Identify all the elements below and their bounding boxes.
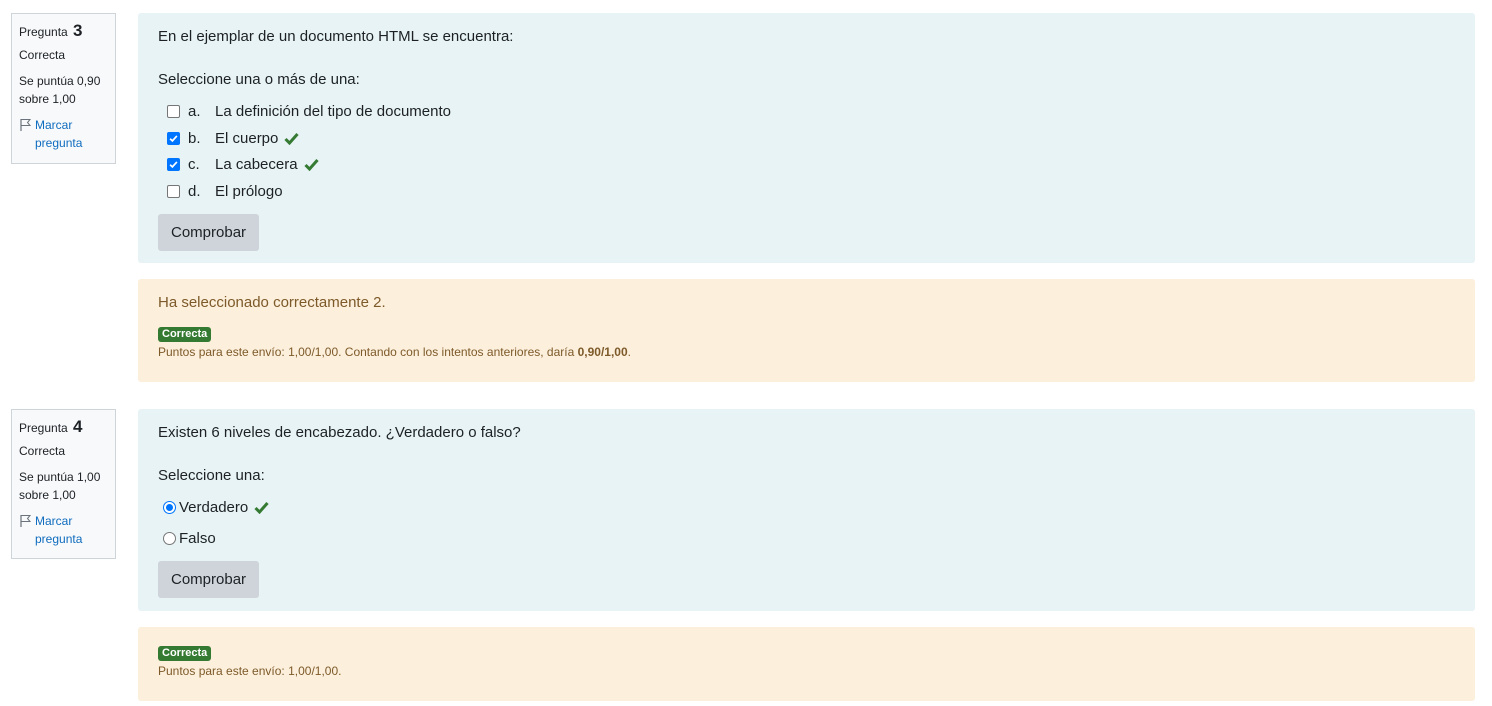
flag-icon <box>20 515 32 527</box>
checkmark-icon <box>169 161 178 169</box>
checkbox-b[interactable] <box>167 131 180 145</box>
question-content-4: Existen 6 niveles de encabezado. ¿Verdad… <box>138 409 1475 611</box>
question-grade: Se puntúa 0,90 sobre 1,00 <box>19 74 101 106</box>
correct-check-icon <box>304 159 319 172</box>
correct-check-icon <box>284 132 299 145</box>
option-label: Verdadero <box>179 499 249 516</box>
status-badge: Correcta <box>158 327 212 342</box>
points-text: Puntos para este envío: 1,00/1,00. <box>158 664 342 678</box>
question-text: En el ejemplar de un documento HTML se e… <box>158 28 514 45</box>
status-badge: Correcta <box>158 646 212 661</box>
option-label: El prólogo <box>215 182 283 200</box>
answer-option-true[interactable]: Verdadero <box>158 492 1455 523</box>
checkmark-icon <box>169 134 178 142</box>
checkbox-d[interactable] <box>167 184 180 198</box>
question-info-4: Pregunta 4 Correcta Se puntúa 1,00 sobre… <box>11 409 116 559</box>
correct-check-icon <box>254 502 269 514</box>
feedback-box-4: Correcta Puntos para este envío: 1,00/1,… <box>138 627 1475 701</box>
answer-option-b[interactable]: b. El cuerpo <box>158 125 1455 152</box>
option-label: La cabecera <box>215 156 298 174</box>
checkbox-a[interactable] <box>167 104 180 118</box>
question-state: Correcta <box>19 444 66 458</box>
checkbox-c[interactable] <box>167 158 180 172</box>
flag-question-link[interactable]: Marcar pregunta <box>19 512 108 548</box>
answer-option-c[interactable]: c. La cabecera <box>158 151 1455 178</box>
radio-false[interactable] <box>163 532 176 545</box>
answer-option-d[interactable]: d. El prólogo <box>158 178 1455 205</box>
points-text: Puntos para este envío: 1,00/1,00. Conta… <box>158 345 631 359</box>
question-text: Existen 6 niveles de encabezado. ¿Verdad… <box>158 424 521 441</box>
check-button[interactable]: Comprobar <box>158 561 260 598</box>
question-content-3: En el ejemplar de un documento HTML se e… <box>138 13 1475 263</box>
answer-list: a. La definición del tipo de documento b… <box>158 98 1455 205</box>
answer-prompt: Seleccione una: <box>158 467 265 484</box>
check-button[interactable]: Comprobar <box>158 213 260 251</box>
answer-list: Verdadero Falso <box>158 492 1455 554</box>
radio-true[interactable] <box>163 501 176 514</box>
flag-question-link[interactable]: Marcar pregunta <box>19 116 108 152</box>
option-label: Falso <box>179 530 216 547</box>
answer-prompt: Seleccione una o más de una: <box>158 71 360 88</box>
option-label: La definición del tipo de documento <box>215 102 452 120</box>
answer-option-a[interactable]: a. La definición del tipo de documento <box>158 98 1455 125</box>
feedback-message: Ha seleccionado correctamente 2. <box>158 294 386 311</box>
option-label: El cuerpo <box>215 129 279 147</box>
feedback-box-3: Ha seleccionado correctamente 2. Correct… <box>138 279 1475 382</box>
flag-icon <box>20 119 32 131</box>
answer-option-false[interactable]: Falso <box>158 523 1455 554</box>
question-grade: Se puntúa 1,00 sobre 1,00 <box>19 470 101 502</box>
question-info-3: Pregunta 3 Correcta Se puntúa 0,90 sobre… <box>11 13 116 164</box>
question-state: Correcta <box>19 48 66 62</box>
question-number: Pregunta 3 <box>19 21 83 40</box>
question-number: Pregunta 4 <box>19 417 83 436</box>
